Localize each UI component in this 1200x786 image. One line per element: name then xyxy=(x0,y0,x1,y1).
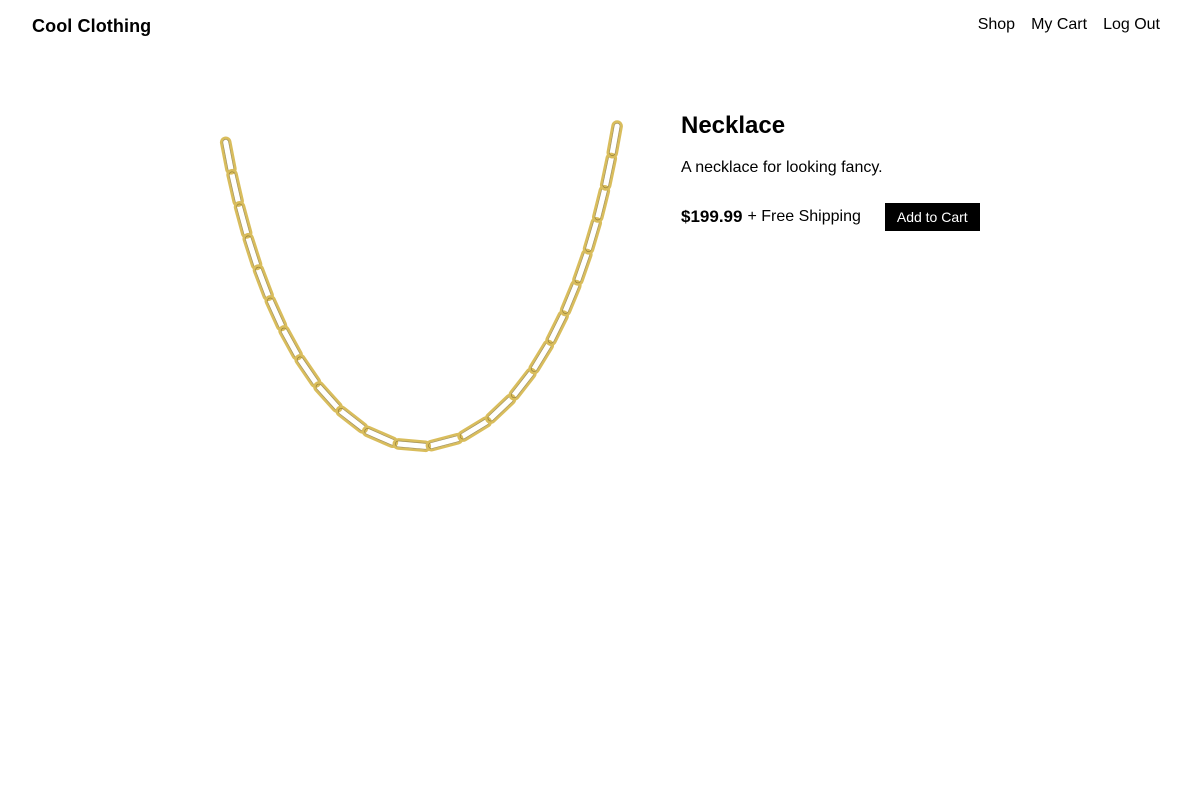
product-price: $199.99 xyxy=(681,207,743,226)
main-nav: Shop My Cart Log Out xyxy=(978,14,1160,36)
nav-shop-link[interactable]: Shop xyxy=(978,14,1015,36)
chain-link xyxy=(606,120,623,159)
brand-logo[interactable]: Cool Clothing xyxy=(32,14,151,38)
chain-link xyxy=(392,438,432,453)
chain-link xyxy=(592,185,611,223)
chain-link xyxy=(582,217,603,255)
product-image xyxy=(200,120,640,465)
product-details: Necklace A necklace for looking fancy. $… xyxy=(681,110,1101,231)
chain-link xyxy=(599,152,618,191)
chain-link xyxy=(233,201,253,239)
nav-cart-link[interactable]: My Cart xyxy=(1031,14,1087,36)
add-to-cart-button[interactable]: Add to Cart xyxy=(884,203,980,231)
product-description: A necklace for looking fancy. xyxy=(681,159,883,176)
site-header: Cool Clothing Shop My Cart Log Out xyxy=(0,0,1200,56)
chain-link xyxy=(219,136,237,175)
shipping-note: + Free Shipping xyxy=(747,208,861,225)
purchase-row: $199.99 + Free Shipping Add to Cart xyxy=(681,203,1101,231)
necklace-image xyxy=(219,120,623,453)
product-page: Cool Clothing Shop My Cart Log Out Neckl… xyxy=(0,0,1200,786)
chain-link xyxy=(226,168,244,207)
nav-logout-link[interactable]: Log Out xyxy=(1103,14,1160,36)
product-title: Necklace xyxy=(681,112,786,139)
